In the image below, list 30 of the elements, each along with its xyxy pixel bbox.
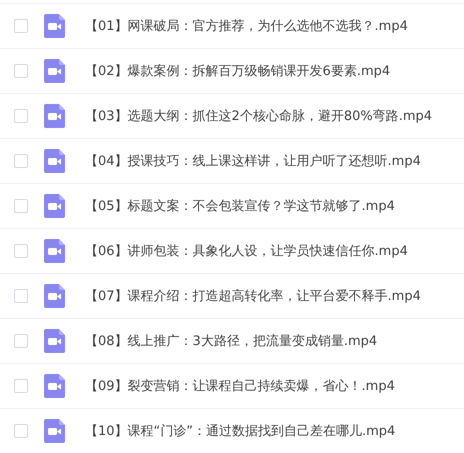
file-name[interactable]: 【09】裂变营销：让课程自己持续卖爆，省心！.mp4 — [85, 377, 395, 395]
file-name[interactable]: 【06】讲师包装：具象化人设，让学员快速信任你.mp4 — [85, 242, 408, 260]
checkbox[interactable] — [14, 244, 28, 258]
checkbox[interactable] — [14, 109, 28, 123]
checkbox[interactable] — [14, 19, 28, 33]
video-file-icon — [44, 149, 65, 173]
file-name[interactable]: 【01】网课破局：官方推荐，为什么选他不选我？.mp4 — [85, 17, 408, 35]
video-file-icon — [44, 419, 65, 443]
video-file-icon — [44, 104, 65, 128]
file-name[interactable]: 【07】课程介绍：打造超高转化率，让平台爱不释手.mp4 — [85, 287, 421, 305]
video-file-icon — [44, 194, 65, 218]
video-file-icon — [44, 239, 65, 263]
video-file-icon — [44, 284, 65, 308]
checkbox[interactable] — [14, 289, 28, 303]
file-name[interactable]: 【02】爆款案例：拆解百万级畅销课开发6要素.mp4 — [85, 62, 390, 80]
file-name[interactable]: 【05】标题文案：不会包装宣传？学这节就够了.mp4 — [85, 197, 395, 215]
checkbox[interactable] — [14, 199, 28, 213]
file-name[interactable]: 【03】选题大纲：抓住这2个核心命脉，避开80%弯路.mp4 — [85, 107, 432, 125]
checkbox[interactable] — [14, 424, 28, 438]
file-name[interactable]: 【10】课程“门诊”：通过数据找到自己差在哪儿.mp4 — [85, 422, 396, 440]
file-name[interactable]: 【04】授课技巧：线上课这样讲，让用户听了还想听.mp4 — [85, 152, 421, 170]
file-name[interactable]: 【08】线上推广：3大路径，把流量变成销量.mp4 — [85, 332, 378, 350]
video-file-icon — [44, 14, 65, 38]
checkbox[interactable] — [14, 334, 28, 348]
video-file-icon — [44, 374, 65, 398]
video-file-icon — [44, 59, 65, 83]
video-file-icon — [44, 329, 65, 353]
checkbox[interactable] — [14, 154, 28, 168]
checkbox[interactable] — [14, 64, 28, 78]
checkbox[interactable] — [14, 379, 28, 393]
